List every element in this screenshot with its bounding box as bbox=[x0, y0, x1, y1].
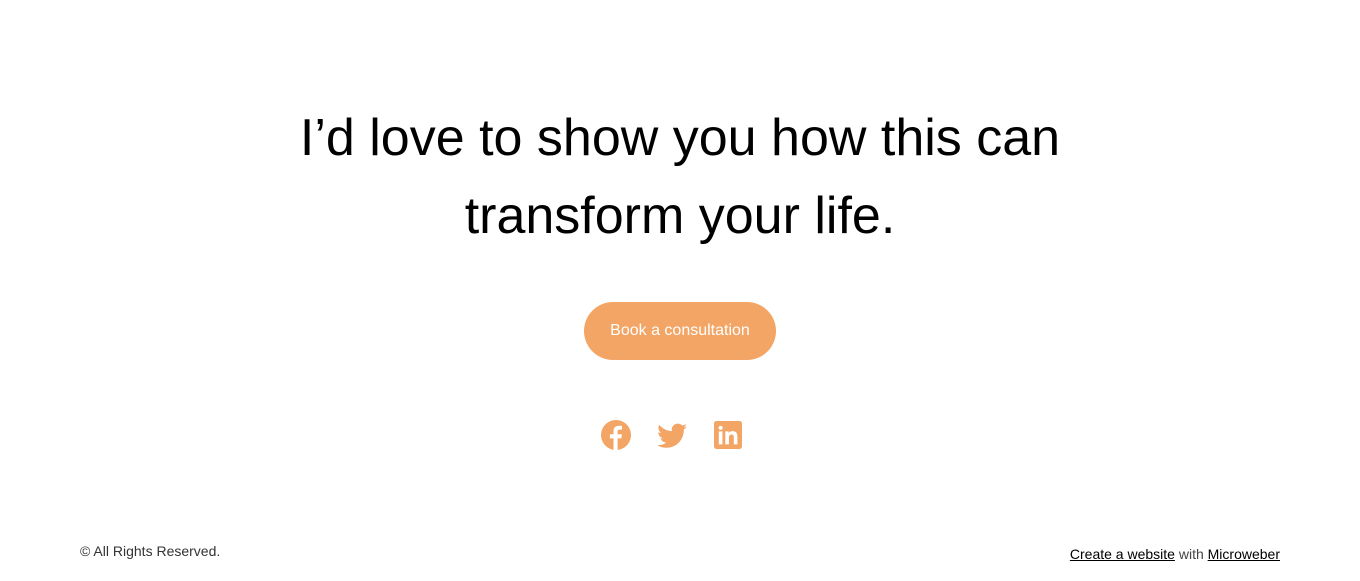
linkedin-link[interactable] bbox=[712, 419, 744, 451]
book-consultation-button[interactable]: Book a consultation bbox=[584, 302, 776, 360]
facebook-icon bbox=[601, 420, 631, 450]
credit-with-text: with bbox=[1178, 546, 1204, 562]
copyright-text: © All Rights Reserved. bbox=[80, 543, 221, 559]
footer-credits: Create a website with Microweber bbox=[1070, 546, 1280, 562]
page: I’d love to show you how this can transf… bbox=[0, 0, 1360, 581]
linkedin-icon bbox=[714, 421, 742, 449]
microweber-link[interactable]: Microweber bbox=[1208, 546, 1280, 562]
twitter-link[interactable] bbox=[656, 419, 688, 451]
twitter-icon bbox=[657, 423, 687, 448]
hero-headline: I’d love to show you how this can transf… bbox=[230, 99, 1130, 255]
hero-headline-line2: transform your life. bbox=[464, 187, 896, 245]
hero-headline-line1: I’d love to show you how this can bbox=[299, 109, 1061, 167]
create-website-link[interactable]: Create a website bbox=[1070, 546, 1175, 562]
facebook-link[interactable] bbox=[600, 419, 632, 451]
social-links bbox=[600, 419, 760, 451]
